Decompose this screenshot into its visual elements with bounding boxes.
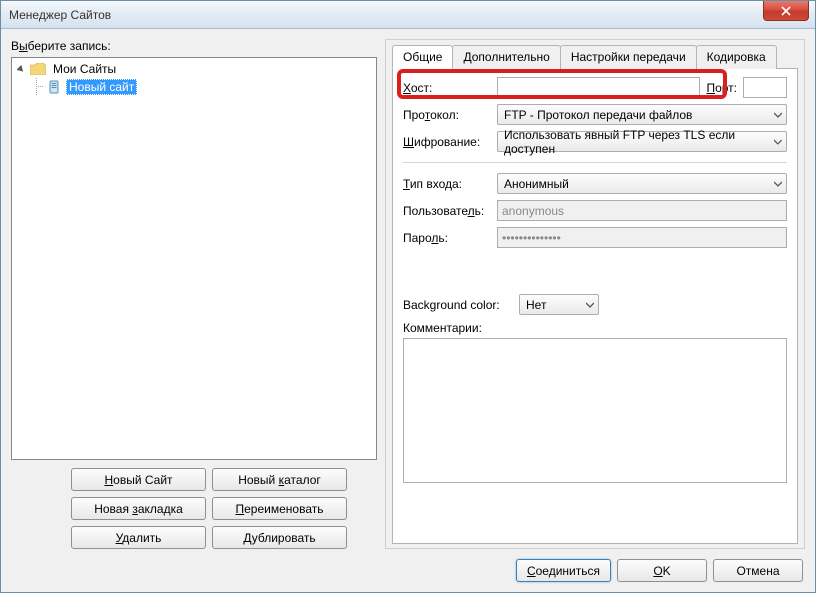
logintype-select[interactable]: Анонимный: [497, 173, 787, 194]
separator: [403, 162, 787, 163]
bgcolor-label: Background color:: [403, 298, 513, 312]
delete-button[interactable]: Удалить: [71, 526, 206, 549]
user-input: [497, 200, 787, 221]
left-panel: Выберите запись: Мои Сайты: [11, 39, 377, 549]
new-bookmark-button[interactable]: Новая закладка: [71, 497, 206, 520]
dialog-footer: Соединиться OK Отмена: [11, 549, 805, 582]
tree-child-label: Новый сайт: [66, 79, 137, 95]
tree-root-item[interactable]: Мои Сайты: [14, 60, 374, 78]
bgcolor-row: Background color: Нет: [403, 294, 787, 315]
tab-general[interactable]: Общие: [392, 45, 453, 69]
protocol-label: Протокол:: [403, 108, 491, 122]
main-row: Выберите запись: Мои Сайты: [11, 39, 805, 549]
server-icon: [46, 80, 62, 94]
host-row: Хост: Порт:: [403, 77, 787, 98]
tab-charset[interactable]: Кодировка: [696, 45, 777, 69]
select-entry-label: Выберите запись:: [11, 39, 377, 53]
encryption-select[interactable]: Использовать явный FTP через TLS если до…: [497, 131, 787, 152]
logintype-value: Анонимный: [504, 177, 569, 191]
window-title: Менеджер Сайтов: [9, 8, 111, 22]
tree-root-label: Мои Сайты: [50, 61, 119, 77]
host-input[interactable]: [497, 77, 700, 98]
new-folder-button[interactable]: Новый каталог: [212, 468, 347, 491]
content-area: Выберите запись: Мои Сайты: [1, 29, 815, 592]
ok-button[interactable]: OK: [617, 559, 707, 582]
password-input: [497, 227, 787, 248]
tab-body-general: Хост: Порт: Протокол: FTP - Протокол пер…: [392, 69, 798, 544]
encryption-label: Шифрование:: [403, 135, 491, 149]
tab-advanced[interactable]: Дополнительно: [452, 45, 560, 69]
left-button-grid: Новый Сайт Новый каталог Новая закладка …: [11, 460, 377, 549]
bgcolor-select[interactable]: Нет: [519, 294, 599, 315]
site-manager-window: Менеджер Сайтов Выберите запись:: [0, 0, 816, 593]
rename-button[interactable]: Переименовать: [212, 497, 347, 520]
duplicate-button[interactable]: Дублировать: [212, 526, 347, 549]
sites-tree[interactable]: Мои Сайты Новый сайт: [11, 57, 377, 460]
user-label: Пользователь:: [403, 204, 491, 218]
encryption-row: Шифрование: Использовать явный FTP через…: [403, 131, 787, 152]
protocol-row: Протокол: FTP - Протокол передачи файлов: [403, 104, 787, 125]
new-site-button[interactable]: Новый Сайт: [71, 468, 206, 491]
chevron-down-icon: [774, 180, 782, 188]
comments-label: Комментарии:: [403, 321, 787, 335]
encryption-value: Использовать явный FTP через TLS если до…: [504, 128, 774, 156]
spacer: [403, 254, 787, 294]
password-row: Пароль:: [403, 227, 787, 248]
tree-child-item[interactable]: Новый сайт: [14, 78, 374, 96]
port-input[interactable]: [743, 77, 787, 98]
chevron-down-icon: [774, 138, 782, 146]
port-label: Порт:: [706, 81, 737, 95]
tab-transfer[interactable]: Настройки передачи: [560, 45, 697, 69]
host-label: Хост:: [403, 81, 491, 95]
bgcolor-value: Нет: [526, 298, 546, 312]
logintype-row: Тип входа: Анонимный: [403, 173, 787, 194]
cancel-button[interactable]: Отмена: [713, 559, 803, 582]
tree-connector-icon: [32, 78, 42, 96]
titlebar[interactable]: Менеджер Сайтов: [1, 1, 815, 29]
protocol-select[interactable]: FTP - Протокол передачи файлов: [497, 104, 787, 125]
titlebar-buttons: [763, 1, 815, 28]
tabstrip: Общие Дополнительно Настройки передачи К…: [392, 44, 798, 69]
close-icon: [781, 6, 791, 16]
chevron-down-icon: [586, 301, 594, 309]
close-button[interactable]: [763, 1, 809, 21]
protocol-value: FTP - Протокол передачи файлов: [504, 108, 692, 122]
right-panel: Общие Дополнительно Настройки передачи К…: [385, 39, 805, 549]
password-label: Пароль:: [403, 231, 491, 245]
connect-button[interactable]: Соединиться: [516, 559, 611, 582]
user-row: Пользователь:: [403, 200, 787, 221]
folder-icon: [30, 62, 46, 76]
collapse-icon[interactable]: [16, 64, 26, 74]
chevron-down-icon: [774, 111, 782, 119]
logintype-label: Тип входа:: [403, 177, 491, 191]
comments-textarea[interactable]: [403, 338, 787, 483]
